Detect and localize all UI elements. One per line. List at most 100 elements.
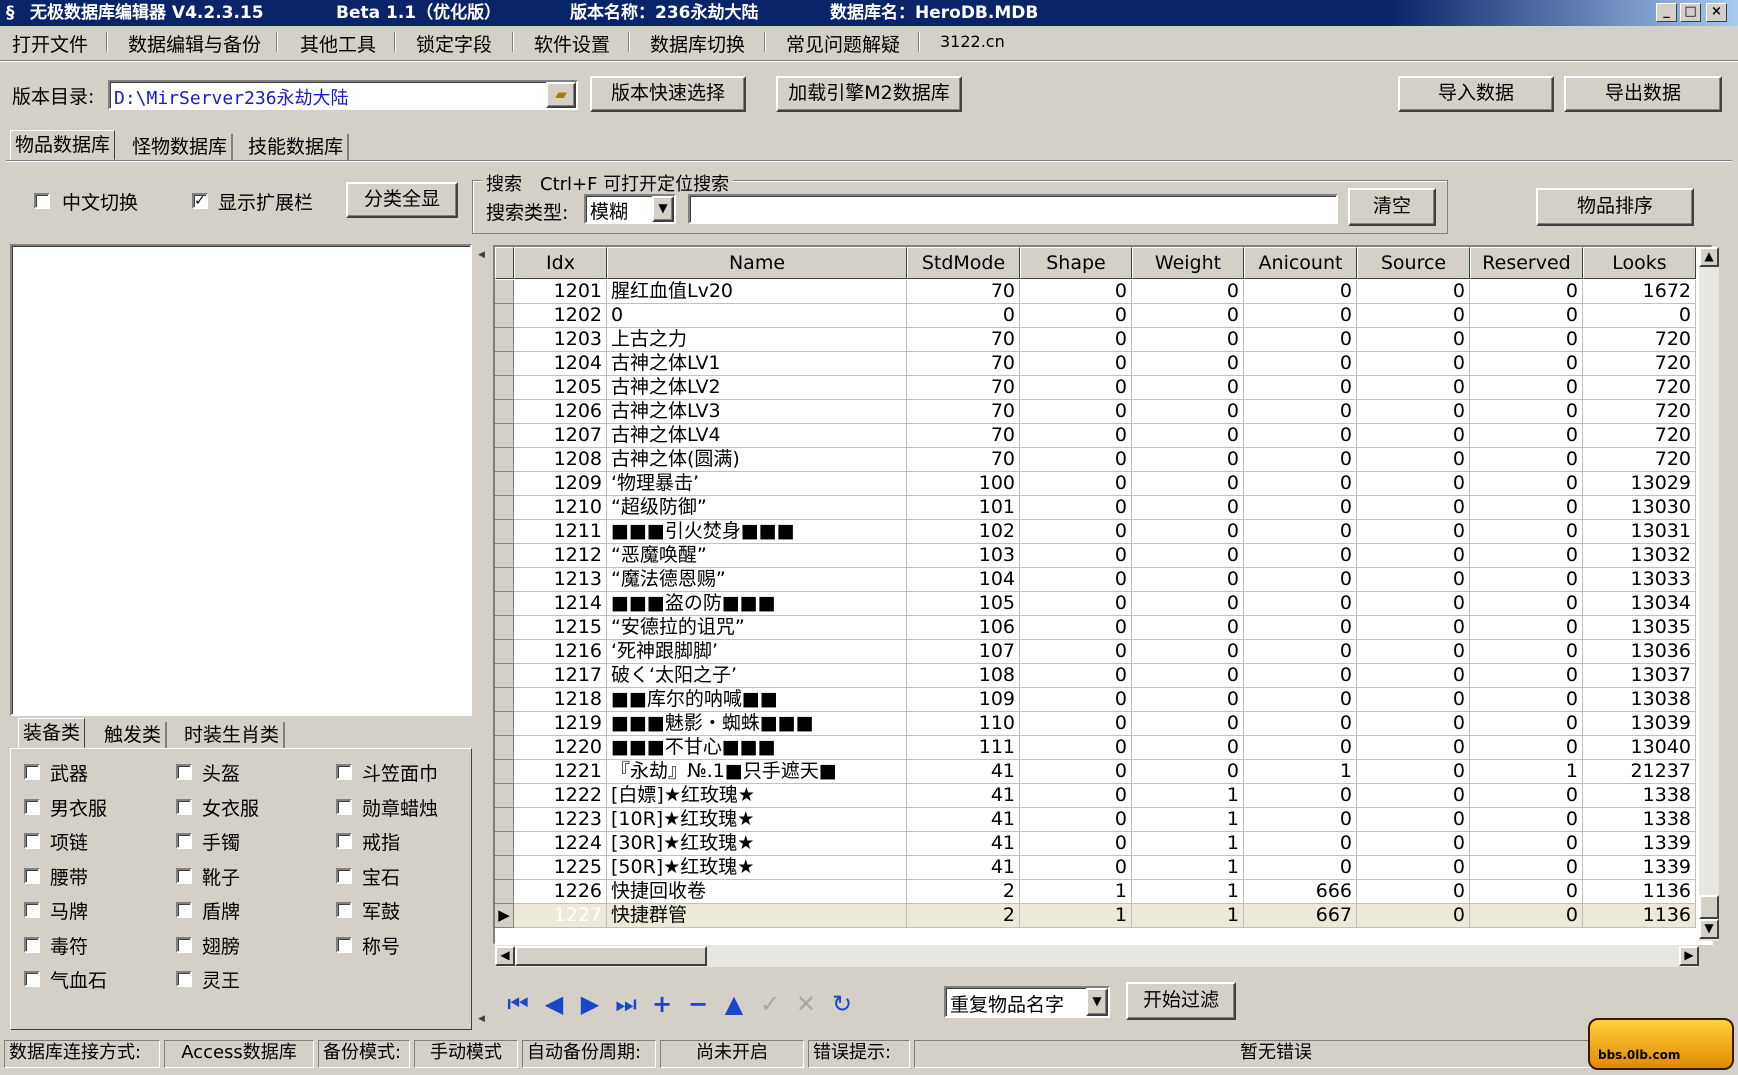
cell-weight[interactable]: 1: [1132, 904, 1244, 928]
last-record-icon[interactable]: ⏭: [612, 990, 640, 1018]
table-row[interactable]: 1221 『永劫』№.1■只手遮天■ 41 0 0 1 0 1 21237: [495, 760, 1696, 784]
cell-stdmode[interactable]: 41: [907, 760, 1020, 784]
cell-idx[interactable]: 1206: [514, 400, 607, 424]
cell-looks[interactable]: 13031: [1583, 520, 1696, 544]
cat-checkbox-necklace[interactable]: [24, 833, 40, 849]
minimize-button[interactable]: _: [1656, 3, 1677, 22]
cell-idx[interactable]: 1220: [514, 736, 607, 760]
cell-name[interactable]: 古神之体LV1: [607, 352, 907, 376]
cell-shape[interactable]: 0: [1020, 280, 1132, 304]
cell-idx[interactable]: 1205: [514, 376, 607, 400]
cell-weight[interactable]: 1: [1132, 784, 1244, 808]
cell-weight[interactable]: 0: [1132, 448, 1244, 472]
cell-stdmode[interactable]: 70: [907, 424, 1020, 448]
cell-reserved[interactable]: 0: [1470, 376, 1583, 400]
cell-name[interactable]: ‘物理暴击’: [607, 472, 907, 496]
chevron-down-icon[interactable]: ▼: [1086, 988, 1108, 1016]
cell-anicount[interactable]: 0: [1244, 352, 1357, 376]
cat-checkbox-drum[interactable]: [336, 902, 352, 918]
filter-select[interactable]: 重复物品名字 ▼: [944, 986, 1110, 1018]
cell-source[interactable]: 0: [1357, 856, 1470, 880]
cell-anicount[interactable]: 0: [1244, 400, 1357, 424]
cell-name[interactable]: ■■库尔的呐喊■■: [607, 688, 907, 712]
column-header-idx[interactable]: Idx: [514, 247, 607, 279]
cell-looks[interactable]: 13035: [1583, 616, 1696, 640]
row-indicator[interactable]: [495, 784, 514, 808]
cell-looks[interactable]: 720: [1583, 424, 1696, 448]
cell-shape[interactable]: 0: [1020, 808, 1132, 832]
cell-reserved[interactable]: 0: [1470, 568, 1583, 592]
cat-checkbox-wings[interactable]: [176, 937, 192, 953]
cat-checkbox-boots[interactable]: [176, 868, 192, 884]
table-row[interactable]: 1202 0 0 0 0 0 0 0 0: [495, 304, 1696, 328]
next-record-icon[interactable]: ▶: [576, 990, 604, 1018]
cat-checkbox-shield[interactable]: [176, 902, 192, 918]
cell-source[interactable]: 0: [1357, 664, 1470, 688]
scroll-down-icon[interactable]: ▼: [1699, 919, 1719, 939]
cat-checkbox-female-clothes[interactable]: [176, 799, 192, 815]
cell-anicount[interactable]: 0: [1244, 472, 1357, 496]
cell-weight[interactable]: 1: [1132, 832, 1244, 856]
cell-weight[interactable]: 0: [1132, 376, 1244, 400]
splitter[interactable]: ◀ ◀: [478, 244, 488, 1030]
cell-name[interactable]: 『永劫』№.1■只手遮天■: [607, 760, 907, 784]
cell-shape[interactable]: 0: [1020, 712, 1132, 736]
cell-weight[interactable]: 0: [1132, 760, 1244, 784]
cell-reserved[interactable]: 0: [1470, 448, 1583, 472]
clear-button[interactable]: 清空: [1348, 188, 1436, 226]
tab-equipment[interactable]: 装备类: [18, 718, 86, 748]
cell-weight[interactable]: 0: [1132, 664, 1244, 688]
row-indicator[interactable]: [495, 832, 514, 856]
scroll-thumb-horizontal[interactable]: [515, 946, 707, 966]
horizontal-scrollbar[interactable]: ◀ ▶: [495, 945, 1699, 967]
cell-anicount[interactable]: 0: [1244, 376, 1357, 400]
cell-shape[interactable]: 0: [1020, 448, 1132, 472]
export-button[interactable]: 导出数据: [1564, 76, 1722, 112]
cell-looks[interactable]: 0: [1583, 304, 1696, 328]
cell-reserved[interactable]: 0: [1470, 664, 1583, 688]
cell-weight[interactable]: 1: [1132, 856, 1244, 880]
cell-name[interactable]: 腥红血值Lv20: [607, 280, 907, 304]
cell-reserved[interactable]: 0: [1470, 808, 1583, 832]
scroll-thumb-vertical[interactable]: [1699, 895, 1719, 919]
table-row[interactable]: 1204 古神之体LV1 70 0 0 0 0 0 720: [495, 352, 1696, 376]
cancel-edit-icon[interactable]: ✕: [792, 990, 820, 1018]
cell-anicount[interactable]: 0: [1244, 328, 1357, 352]
table-row[interactable]: 1219 ■■■魅影・蜘蛛■■■ 110 0 0 0 0 0 13039: [495, 712, 1696, 736]
cell-source[interactable]: 0: [1357, 328, 1470, 352]
cell-source[interactable]: 0: [1357, 376, 1470, 400]
cell-looks[interactable]: 720: [1583, 400, 1696, 424]
cell-looks[interactable]: 720: [1583, 328, 1696, 352]
cell-shape[interactable]: 0: [1020, 472, 1132, 496]
cell-reserved[interactable]: 0: [1470, 736, 1583, 760]
cell-shape[interactable]: 0: [1020, 304, 1132, 328]
cell-source[interactable]: 0: [1357, 568, 1470, 592]
cell-anicount[interactable]: 0: [1244, 784, 1357, 808]
cell-weight[interactable]: 0: [1132, 616, 1244, 640]
table-row[interactable]: 1214 ■■■盗の防■■■ 105 0 0 0 0 0 13034: [495, 592, 1696, 616]
column-header-stdmode[interactable]: StdMode: [907, 247, 1020, 279]
cell-anicount[interactable]: 0: [1244, 688, 1357, 712]
cat-checkbox-spirit-king[interactable]: [176, 971, 192, 987]
cell-stdmode[interactable]: 41: [907, 808, 1020, 832]
cell-shape[interactable]: 0: [1020, 424, 1132, 448]
cell-shape[interactable]: 0: [1020, 544, 1132, 568]
table-row[interactable]: 1203 上古之力 70 0 0 0 0 0 720: [495, 328, 1696, 352]
menu-faq[interactable]: 常见问题解疑: [786, 30, 900, 57]
scroll-right-icon[interactable]: ▶: [1679, 946, 1699, 966]
row-indicator[interactable]: [495, 856, 514, 880]
row-indicator[interactable]: [495, 544, 514, 568]
cell-idx[interactable]: 1211: [514, 520, 607, 544]
cell-idx[interactable]: 1209: [514, 472, 607, 496]
cell-reserved[interactable]: 0: [1470, 496, 1583, 520]
cell-stdmode[interactable]: 2: [907, 904, 1020, 928]
cat-checkbox-title[interactable]: [336, 937, 352, 953]
row-indicator[interactable]: [495, 424, 514, 448]
table-row[interactable]: 1205 古神之体LV2 70 0 0 0 0 0 720: [495, 376, 1696, 400]
cell-shape[interactable]: 0: [1020, 640, 1132, 664]
scroll-left-icon[interactable]: ◀: [495, 946, 515, 966]
refresh-icon[interactable]: ↻: [828, 990, 856, 1018]
table-row[interactable]: 1201 腥红血值Lv20 70 0 0 0 0 0 1672: [495, 280, 1696, 304]
cell-stdmode[interactable]: 70: [907, 400, 1020, 424]
cell-stdmode[interactable]: 100: [907, 472, 1020, 496]
